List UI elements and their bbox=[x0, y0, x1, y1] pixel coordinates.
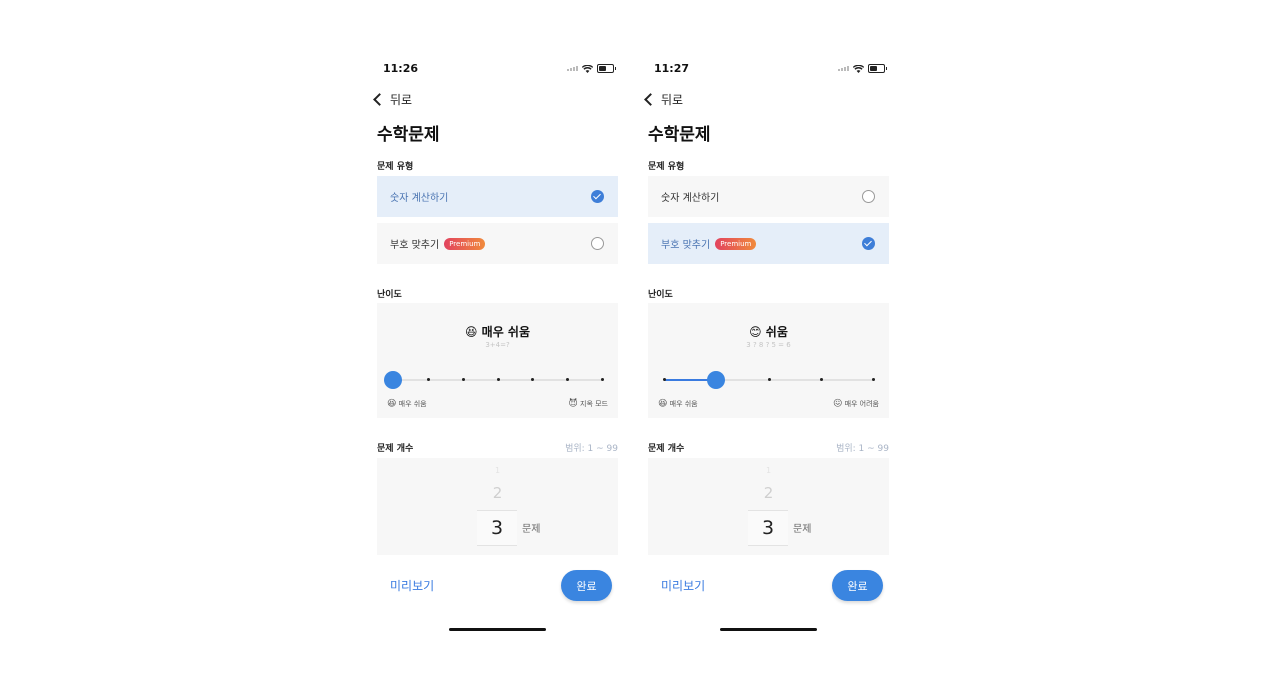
slider-min-text: 매우 쉬움 bbox=[669, 400, 698, 408]
difficulty-level: 쉬움 bbox=[765, 325, 788, 339]
check-icon[interactable] bbox=[591, 190, 604, 203]
picker-option[interactable]: 1 bbox=[377, 466, 618, 475]
check-icon[interactable] bbox=[862, 237, 875, 250]
count-section-label: 문제 개수 bbox=[648, 444, 685, 454]
emoji-icon: 😖 bbox=[832, 399, 843, 409]
picker-option[interactable]: 2 bbox=[648, 484, 889, 502]
count-picker[interactable]: 1 2 3 문제 bbox=[377, 458, 618, 555]
slider-step-dot[interactable] bbox=[872, 378, 875, 381]
count-picker[interactable]: 1 2 3 문제 bbox=[648, 458, 889, 555]
battery-icon bbox=[597, 64, 616, 73]
emoji-icon: 😆 bbox=[387, 399, 397, 409]
picker-selected-value[interactable]: 3 bbox=[477, 510, 517, 546]
status-time: 11:26 bbox=[383, 62, 419, 75]
signal-icon bbox=[567, 66, 578, 71]
difficulty-card: 😆 매우 쉬움 3+4=? 😆 매우 쉬움 😈 지옥 모드 bbox=[377, 303, 618, 418]
slider-max-label: 😈 지옥 모드 bbox=[568, 399, 608, 409]
difficulty-section-label: 난이도 bbox=[377, 290, 402, 300]
slider-min-text: 매우 쉬움 bbox=[398, 400, 427, 408]
count-section-label: 문제 개수 bbox=[377, 444, 414, 454]
option-label: 숫자 계산하기 bbox=[390, 193, 449, 204]
slider-step-dot[interactable] bbox=[601, 378, 604, 381]
back-label: 뒤로 bbox=[661, 93, 684, 107]
signal-icon bbox=[838, 66, 849, 71]
slider-step-dot[interactable] bbox=[496, 378, 500, 381]
status-icons bbox=[838, 64, 887, 73]
difficulty-section-label: 난이도 bbox=[648, 290, 673, 300]
slider-step-dot[interactable] bbox=[461, 378, 465, 381]
option-label: 부호 맞추기 bbox=[661, 240, 711, 251]
home-indicator bbox=[720, 628, 817, 631]
emoji-icon: 😈 bbox=[568, 399, 578, 409]
slider-max-text: 지옥 모드 bbox=[580, 400, 608, 408]
preview-button[interactable]: 미리보기 bbox=[661, 577, 705, 594]
slider-step-dot[interactable] bbox=[663, 378, 666, 381]
back-button[interactable]: 뒤로 bbox=[371, 91, 412, 108]
wifi-icon bbox=[582, 64, 593, 73]
home-indicator bbox=[449, 628, 546, 631]
preview-button[interactable]: 미리보기 bbox=[390, 577, 434, 594]
wifi-icon bbox=[853, 64, 864, 73]
picker-unit: 문제 bbox=[793, 524, 812, 535]
status-icons bbox=[567, 64, 616, 73]
back-label: 뒤로 bbox=[390, 93, 413, 107]
picker-unit: 문제 bbox=[522, 524, 541, 535]
emoji-icon: 😆 bbox=[658, 399, 668, 409]
battery-icon bbox=[868, 64, 887, 73]
radio-icon[interactable] bbox=[591, 237, 604, 250]
slider-thumb[interactable] bbox=[384, 371, 402, 389]
chevron-left-icon bbox=[373, 93, 386, 106]
slider-step-dot[interactable] bbox=[819, 378, 823, 381]
emoji-icon: 😊 bbox=[749, 325, 762, 339]
radio-icon[interactable] bbox=[862, 190, 875, 203]
picker-option[interactable]: 2 bbox=[377, 484, 618, 502]
status-time: 11:27 bbox=[654, 62, 690, 75]
option-sign-match[interactable]: 부호 맞추기 Premium bbox=[377, 223, 618, 264]
picker-option[interactable]: 1 bbox=[648, 466, 889, 475]
slider-max-text: 매우 어려움 bbox=[844, 400, 879, 408]
count-range-note: 범위: 1 ~ 99 bbox=[565, 444, 618, 454]
slider-step-dot[interactable] bbox=[426, 378, 430, 381]
difficulty-title: 😆 매우 쉬움 bbox=[377, 323, 618, 340]
type-section-label: 문제 유형 bbox=[648, 162, 685, 172]
option-number-calc[interactable]: 숫자 계산하기 bbox=[377, 176, 618, 217]
slider-max-label: 😖 매우 어려움 bbox=[833, 399, 879, 409]
difficulty-example: 3 ? 8 ? 5 = 6 bbox=[746, 341, 791, 349]
page-title: 수학문제 bbox=[377, 125, 440, 145]
option-number-calc[interactable]: 숫자 계산하기 bbox=[648, 176, 889, 217]
emoji-icon: 😆 bbox=[464, 325, 478, 339]
premium-badge: Premium bbox=[444, 237, 486, 250]
done-button[interactable]: 완료 bbox=[832, 570, 883, 601]
slider-step-dot[interactable] bbox=[767, 378, 771, 381]
picker-selected-value[interactable]: 3 bbox=[748, 510, 788, 546]
difficulty-level: 매우 쉬움 bbox=[481, 325, 531, 339]
slider-min-label: 😆 매우 쉬움 bbox=[387, 399, 427, 409]
phone-screen-right: 11:27 뒤로 수학문제 문제 유형 숫자 계산하기 부호 맞추기 Premi… bbox=[639, 0, 895, 679]
option-label: 부호 맞추기 bbox=[390, 240, 440, 251]
status-bar: 11:26 bbox=[383, 62, 616, 78]
slider-min-label: 😆 매우 쉬움 bbox=[658, 399, 698, 409]
option-label: 숫자 계산하기 bbox=[661, 193, 720, 204]
slider-thumb[interactable] bbox=[707, 371, 726, 389]
difficulty-card: 😊 쉬움 3 ? 8 ? 5 = 6 😆 매우 쉬움 😖 매우 어려움 bbox=[648, 303, 889, 418]
done-button[interactable]: 완료 bbox=[561, 570, 612, 601]
difficulty-title: 😊 쉬움 bbox=[648, 323, 889, 340]
type-section-label: 문제 유형 bbox=[377, 162, 414, 172]
option-sign-match[interactable]: 부호 맞추기 Premium bbox=[648, 223, 889, 264]
status-bar: 11:27 bbox=[654, 62, 887, 78]
back-button[interactable]: 뒤로 bbox=[642, 91, 683, 108]
premium-badge: Premium bbox=[715, 237, 757, 250]
count-range-note: 범위: 1 ~ 99 bbox=[836, 444, 889, 454]
chevron-left-icon bbox=[644, 93, 657, 106]
phone-screen-left: 11:26 뒤로 수학문제 문제 유형 숫자 계산하기 부호 맞추기 Premi… bbox=[368, 0, 624, 679]
difficulty-example: 3+4=? bbox=[485, 341, 510, 349]
page-title: 수학문제 bbox=[648, 125, 711, 145]
